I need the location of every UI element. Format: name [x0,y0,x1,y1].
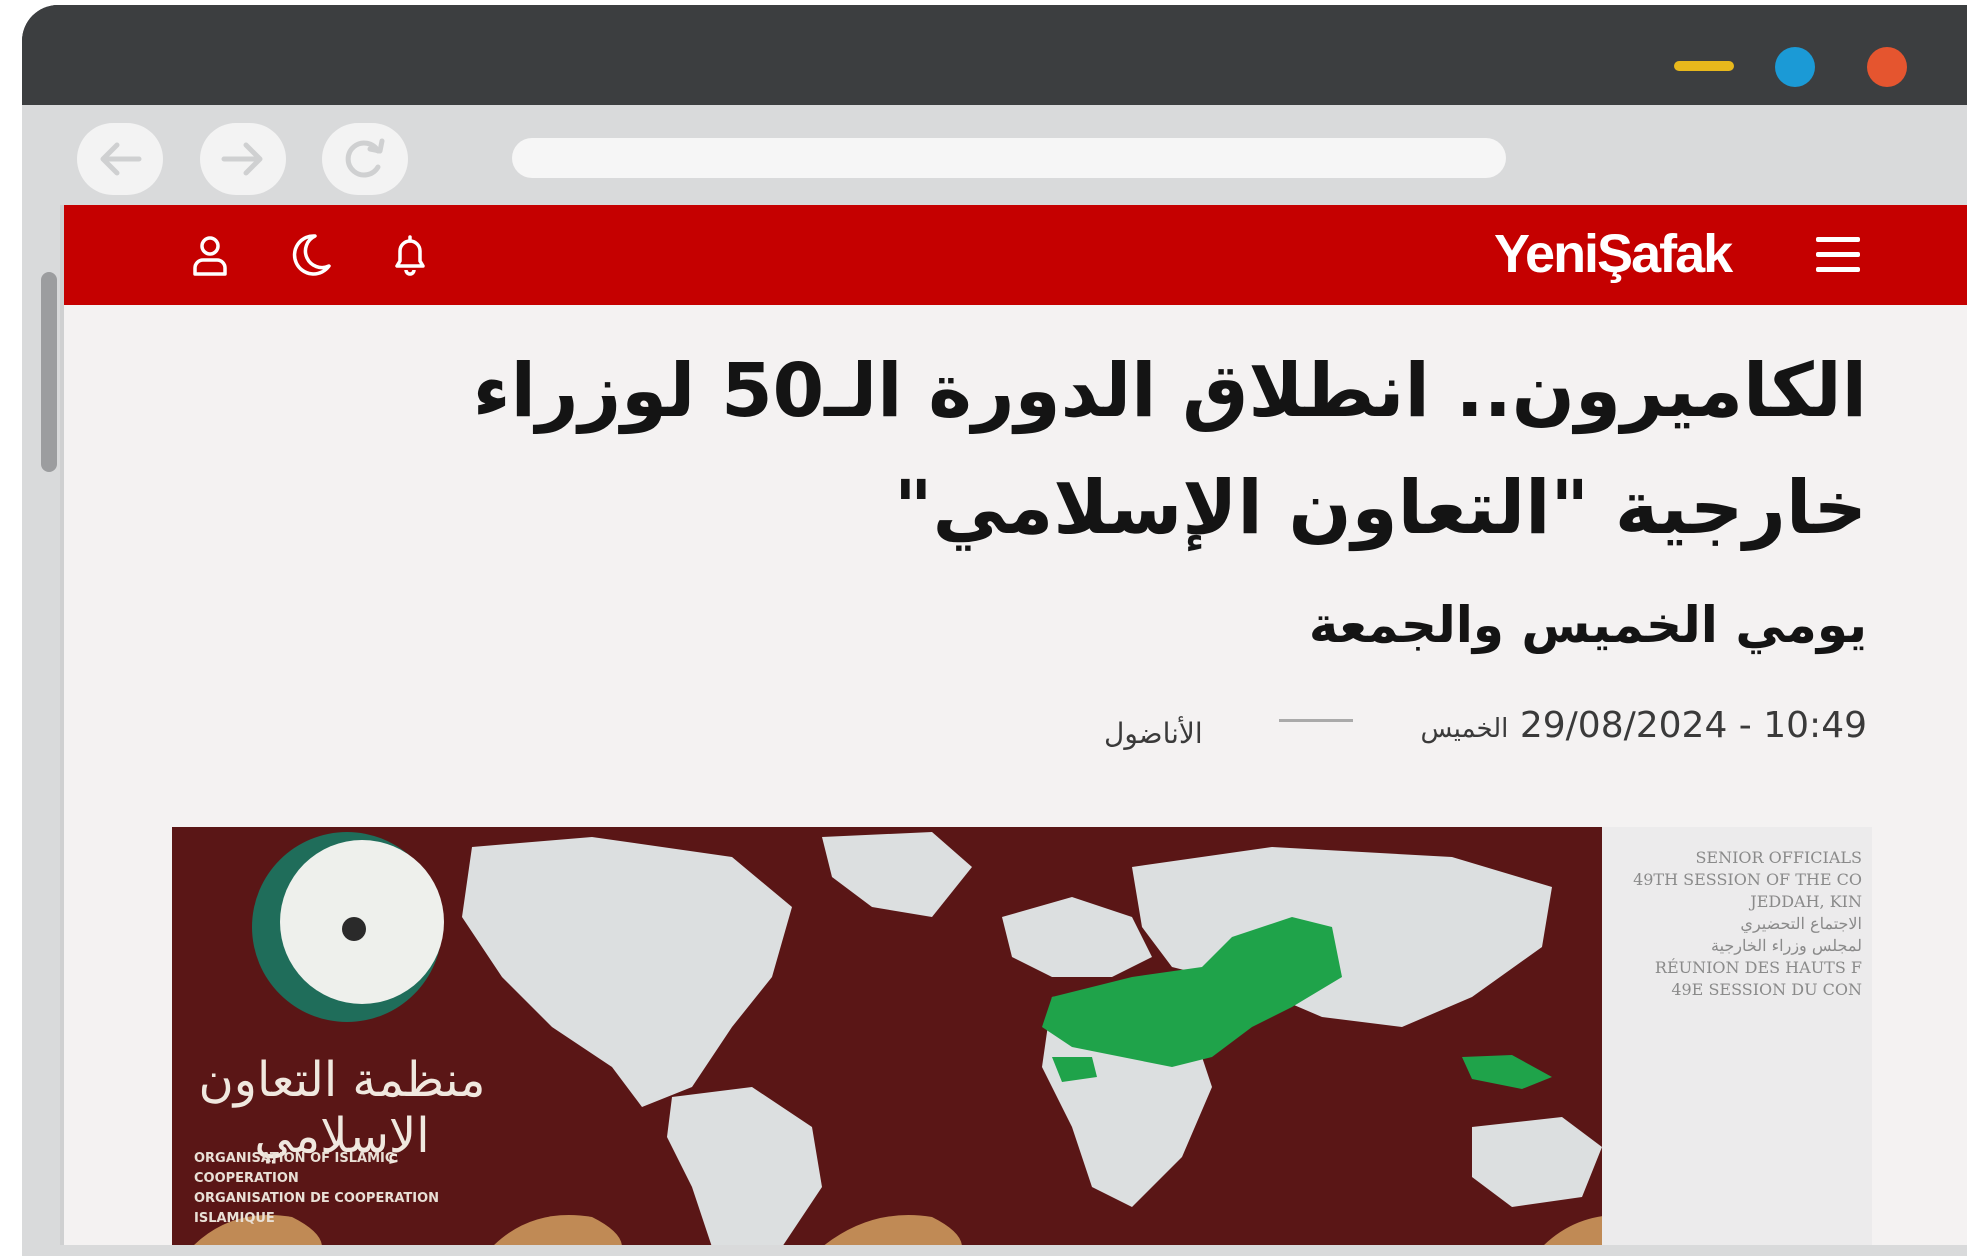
arrow-left-icon [100,142,142,176]
article-headline: الكاميرون.. انطلاق الدورة الـ50 لوزراء خ… [472,348,1867,551]
scrollbar-thumb[interactable] [41,272,57,472]
user-account-button[interactable] [184,229,236,281]
publish-day: الخميس [1420,714,1509,744]
meta-divider [1279,719,1353,722]
title-bar [22,5,1967,105]
banner-line: RÉUNION DES HAUTS F [1654,958,1862,977]
notifications-button[interactable] [384,229,436,281]
browser-viewport: YeniŞafak الكاميرون.. انطلاق الدورة الـ5… [22,205,1967,1256]
scrollbar-track[interactable] [22,205,60,1256]
browser-window: YeniŞafak الكاميرون.. انطلاق الدورة الـ5… [22,5,1967,1256]
banner-line: 49E SESSION DU CON [1671,980,1862,999]
article-timestamp: 10:49 - 29/08/2024 الخميس [1410,705,1867,746]
banner-line: لمجلس وزراء الخارجية [1710,936,1862,955]
publish-time: 10:49 - 29/08/2024 [1519,705,1867,746]
oic-arabic-name: منظمة التعاون الإسلامي [198,1052,486,1164]
arrow-right-icon [221,142,263,176]
close-button[interactable] [1867,47,1907,87]
banner-line: 49TH SESSION OF THE CO [1633,870,1862,889]
article-subheadline: يومي الخميس والجمعة [1308,596,1867,654]
site-header: YeniŞafak [64,205,1967,305]
oic-name-fr: ORGANISATION DE COOPERATION ISLAMIQUE [194,1191,440,1226]
banner-line: الاجتماع التحضيري [1740,914,1862,933]
user-icon [193,236,227,276]
address-bar[interactable] [512,138,1506,178]
hamburger-menu-icon[interactable] [1814,233,1864,277]
site-logo[interactable]: YeniŞafak [1494,223,1733,285]
oic-name-en: ORGANISATION OF ISLAMIC COOPERATION [194,1151,395,1186]
forward-button[interactable] [200,123,286,195]
article-source[interactable]: الأناضول [1104,717,1203,750]
session-banner: SENIOR OFFICIALS 49TH SESSION OF THE CO … [1602,827,1872,1245]
minimize-button[interactable] [1674,61,1734,71]
moon-icon [292,234,331,276]
web-page: YeniŞafak الكاميرون.. انطلاق الدورة الـ5… [60,205,1967,1245]
dark-mode-toggle[interactable] [284,229,336,281]
browser-toolbar [22,105,1967,205]
banner-line: SENIOR OFFICIALS [1695,848,1862,867]
maximize-button[interactable] [1775,47,1815,87]
bell-icon [395,235,425,276]
back-button[interactable] [77,123,163,195]
article-image: منظمة التعاون الإسلامي ORGANISATION OF I… [172,827,1872,1245]
reload-icon [345,138,385,178]
oic-english-name: ORGANISATION OF ISLAMIC COOPERATION ORGA… [194,1149,484,1229]
reload-button[interactable] [322,123,408,195]
banner-line: JEDDAH, KIN [1750,892,1862,911]
